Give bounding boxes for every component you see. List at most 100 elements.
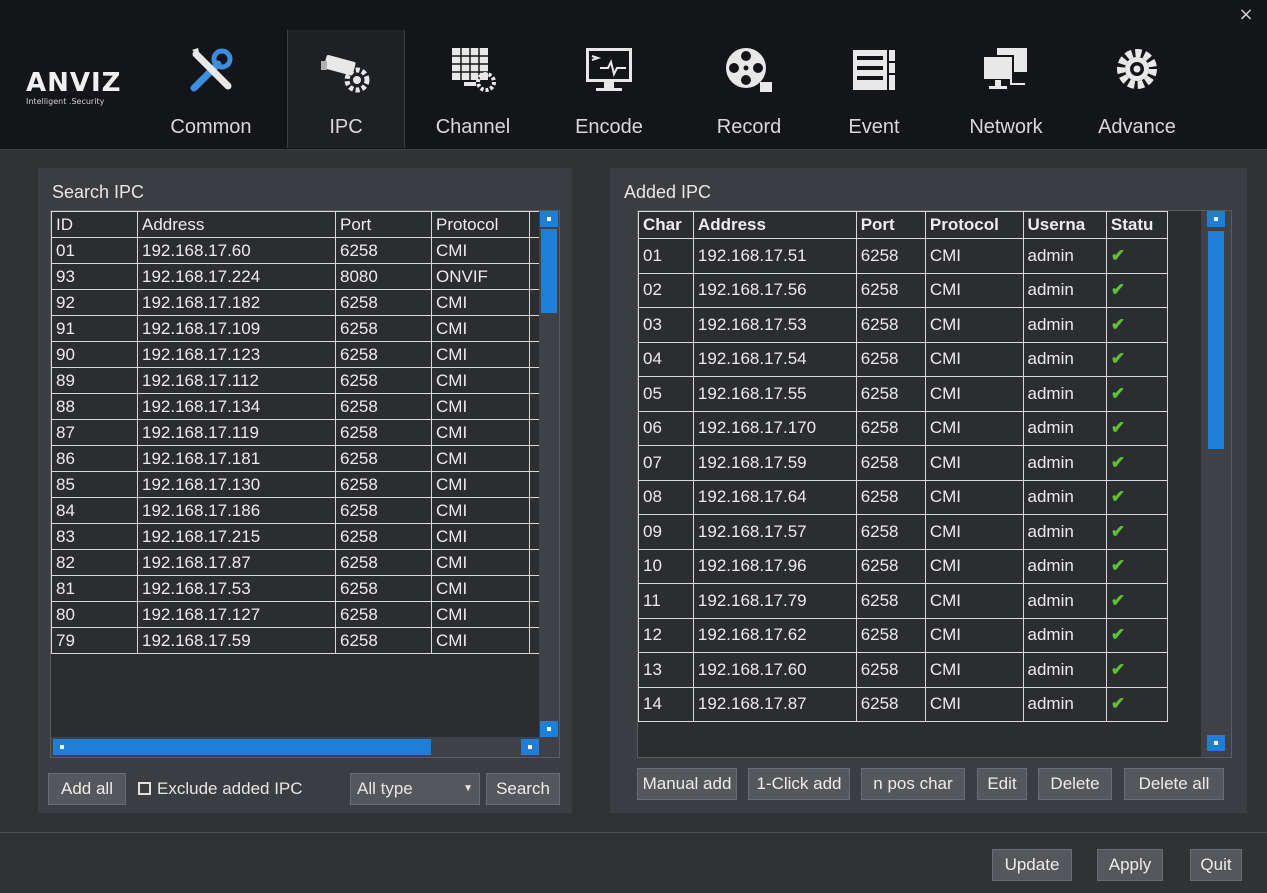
- table-row[interactable]: 04 192.168.17.54 6258 CMI admin ✔: [638, 341, 1169, 377]
- tab-common[interactable]: Common: [152, 30, 270, 148]
- scroll-left-arrow[interactable]: [53, 739, 71, 755]
- search-horizontal-scrollbar[interactable]: [51, 737, 539, 757]
- search-vertical-scrollbar[interactable]: [539, 211, 559, 757]
- table-row[interactable]: 80 192.168.17.127 6258 CMI: [51, 601, 540, 628]
- table-row[interactable]: 14 192.168.17.87 6258 CMI admin ✔: [638, 686, 1169, 722]
- status-cell: ✔: [1105, 652, 1169, 688]
- table-row[interactable]: 90 192.168.17.123 6258 CMI: [51, 341, 540, 368]
- col-channel[interactable]: Char: [638, 211, 694, 239]
- table-row[interactable]: 01 192.168.17.60 6258 CMI: [51, 237, 540, 264]
- table-cell: 192.168.17.53: [137, 575, 336, 602]
- table-row[interactable]: 13 192.168.17.60 6258 CMI admin ✔: [638, 652, 1169, 688]
- col-username[interactable]: Userna: [1022, 211, 1107, 239]
- table-row[interactable]: 93 192.168.17.224 8080 ONVIF: [51, 263, 540, 290]
- add-all-button[interactable]: Add all: [48, 773, 126, 805]
- top-navigation-bar: ANVIZ Intelligent .Security × Common IPC: [0, 0, 1267, 150]
- table-row[interactable]: 87 192.168.17.119 6258 CMI: [51, 419, 540, 446]
- added-vertical-scrollbar[interactable]: [1201, 211, 1231, 757]
- table-cell: CMI: [431, 471, 530, 498]
- close-icon[interactable]: ×: [1237, 6, 1255, 24]
- table-row[interactable]: 88 192.168.17.134 6258 CMI: [51, 393, 540, 420]
- table-row[interactable]: 08 192.168.17.64 6258 CMI admin ✔: [638, 479, 1169, 515]
- table-row[interactable]: 89 192.168.17.112 6258 CMI: [51, 367, 540, 394]
- col-id[interactable]: ID: [51, 211, 138, 238]
- table-cell: 09: [638, 514, 694, 550]
- tab-event[interactable]: Event: [815, 30, 933, 148]
- table-row[interactable]: 81 192.168.17.53 6258 CMI: [51, 575, 540, 602]
- exclude-added-ipc-checkbox[interactable]: Exclude added IPC: [138, 773, 303, 805]
- tab-advance[interactable]: Advance: [1078, 30, 1196, 148]
- tab-network[interactable]: Network: [947, 30, 1065, 148]
- col-protocol[interactable]: Protocol: [924, 211, 1024, 239]
- table-cell: 12: [638, 617, 694, 653]
- tab-ipc[interactable]: IPC: [287, 30, 405, 148]
- col-address[interactable]: Address: [692, 211, 857, 239]
- table-row[interactable]: 86 192.168.17.181 6258 CMI: [51, 445, 540, 472]
- status-ok-icon: ✔: [1110, 245, 1126, 265]
- table-row[interactable]: 07 192.168.17.59 6258 CMI admin ✔: [638, 445, 1169, 481]
- table-cell: 84: [51, 497, 138, 524]
- table-row[interactable]: 02 192.168.17.56 6258 CMI admin ✔: [638, 272, 1169, 308]
- col-address[interactable]: Address: [137, 211, 336, 238]
- table-row[interactable]: 03 192.168.17.53 6258 CMI admin ✔: [638, 307, 1169, 343]
- delete-button[interactable]: Delete: [1038, 768, 1112, 800]
- table-cell: 6258: [335, 367, 432, 394]
- table-cell: 11: [638, 583, 694, 619]
- scroll-down-arrow[interactable]: [1207, 735, 1225, 751]
- quit-button[interactable]: Quit: [1190, 849, 1242, 881]
- col-protocol[interactable]: Protocol: [431, 211, 530, 238]
- col-port[interactable]: Port: [855, 211, 926, 239]
- one-click-add-button[interactable]: 1-Click add: [748, 768, 850, 800]
- scroll-up-arrow[interactable]: [540, 211, 558, 227]
- added-ipc-panel: Added IPC Char Address Port Protocol Use…: [610, 168, 1247, 813]
- edit-button[interactable]: Edit: [977, 768, 1027, 800]
- table-row[interactable]: 09 192.168.17.57 6258 CMI admin ✔: [638, 514, 1169, 550]
- table-cell: admin: [1022, 238, 1107, 274]
- table-cell: 6258: [855, 307, 926, 343]
- table-row[interactable]: 05 192.168.17.55 6258 CMI admin ✔: [638, 376, 1169, 412]
- table-cell: [529, 471, 540, 498]
- scroll-right-arrow[interactable]: [521, 739, 539, 755]
- table-row[interactable]: 85 192.168.17.130 6258 CMI: [51, 471, 540, 498]
- table-cell: 08: [638, 479, 694, 515]
- position-change-button[interactable]: n pos char: [861, 768, 965, 800]
- table-row[interactable]: 92 192.168.17.182 6258 CMI: [51, 289, 540, 316]
- tab-record[interactable]: Record: [690, 30, 808, 148]
- added-table-header: Char Address Port Protocol Userna Statu: [638, 211, 1169, 239]
- table-row[interactable]: 84 192.168.17.186 6258 CMI: [51, 497, 540, 524]
- table-row[interactable]: 06 192.168.17.170 6258 CMI admin ✔: [638, 410, 1169, 446]
- table-row[interactable]: 82 192.168.17.87 6258 CMI: [51, 549, 540, 576]
- table-cell: 82: [51, 549, 138, 576]
- table-cell: 81: [51, 575, 138, 602]
- table-row[interactable]: 79 192.168.17.59 6258 CMI: [51, 627, 540, 654]
- table-row[interactable]: 10 192.168.17.96 6258 CMI admin ✔: [638, 548, 1169, 584]
- tab-encode[interactable]: Encode: [550, 30, 668, 148]
- table-row[interactable]: 91 192.168.17.109 6258 CMI: [51, 315, 540, 342]
- update-button[interactable]: Update: [992, 849, 1072, 881]
- checkbox-box[interactable]: [138, 782, 151, 795]
- scroll-up-arrow[interactable]: [1207, 211, 1225, 227]
- search-button[interactable]: Search: [486, 773, 560, 805]
- apply-button[interactable]: Apply: [1097, 849, 1163, 881]
- table-cell: [529, 289, 540, 316]
- scroll-down-arrow[interactable]: [540, 721, 558, 737]
- table-row[interactable]: 83 192.168.17.215 6258 CMI: [51, 523, 540, 550]
- table-row[interactable]: 12 192.168.17.62 6258 CMI admin ✔: [638, 617, 1169, 653]
- table-cell: 93: [51, 263, 138, 290]
- added-vscroll-thumb[interactable]: [1208, 231, 1224, 449]
- table-row[interactable]: 01 192.168.17.51 6258 CMI admin ✔: [638, 238, 1169, 274]
- table-cell: 192.168.17.181: [137, 445, 336, 472]
- table-cell: admin: [1022, 272, 1107, 308]
- col-port[interactable]: Port: [335, 211, 432, 238]
- table-cell: admin: [1022, 548, 1107, 584]
- table-cell: CMI: [431, 289, 530, 316]
- table-cell: 80: [51, 601, 138, 628]
- manual-add-button[interactable]: Manual add: [637, 768, 737, 800]
- table-row[interactable]: 11 192.168.17.79 6258 CMI admin ✔: [638, 583, 1169, 619]
- col-status[interactable]: Statu: [1105, 211, 1169, 239]
- search-vscroll-thumb[interactable]: [541, 229, 557, 313]
- search-hscroll-thumb[interactable]: [71, 739, 431, 755]
- ipc-type-select[interactable]: All type ▼: [350, 773, 480, 805]
- delete-all-button[interactable]: Delete all: [1124, 768, 1224, 800]
- tab-channel[interactable]: Channel: [414, 30, 532, 148]
